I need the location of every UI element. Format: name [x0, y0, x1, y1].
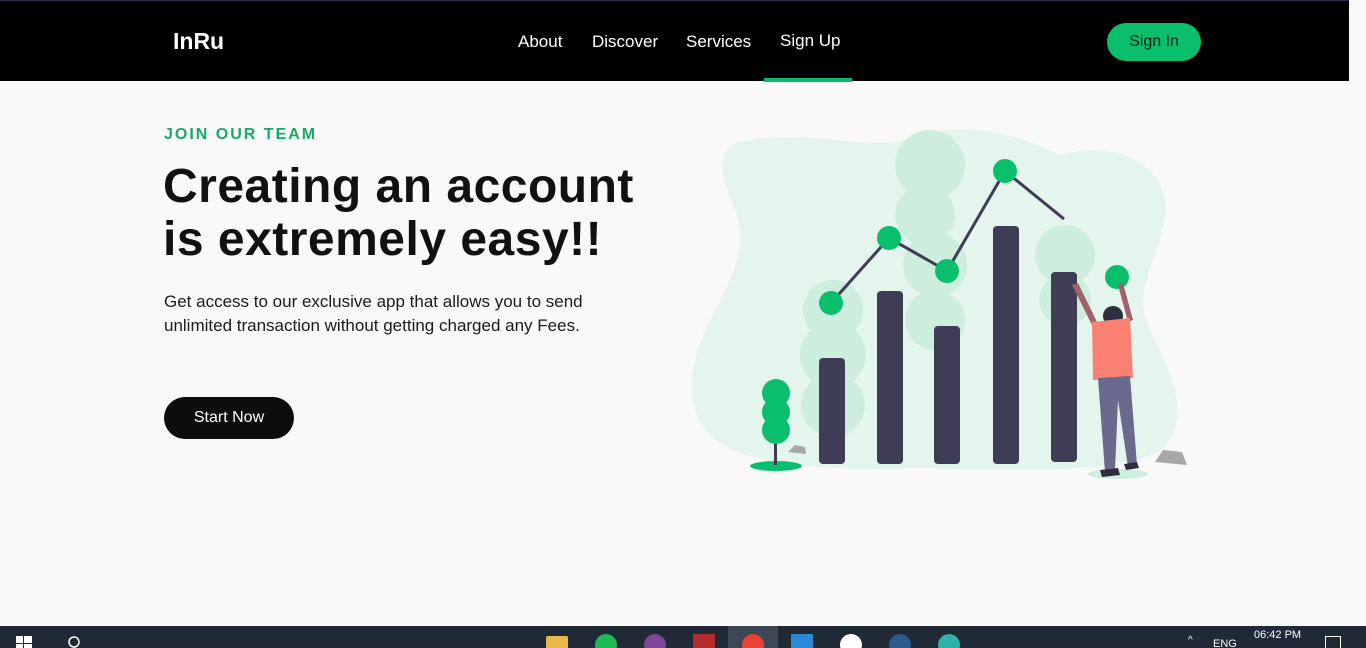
vscode-icon[interactable] — [791, 634, 813, 648]
nav-link-services[interactable]: Services — [686, 32, 751, 52]
clock-time[interactable]: 06:42 PM — [1254, 629, 1301, 641]
headline-line-2: is extremely easy!! — [163, 213, 603, 266]
windows-taskbar: ^ ENG 06:42 PM — [0, 626, 1366, 648]
rock — [1155, 450, 1187, 465]
start-now-button[interactable]: Start Now — [164, 397, 294, 439]
growth-chart-illustration — [691, 129, 1187, 479]
navbar: InRu About Discover Services Sign Up Sig… — [0, 0, 1349, 82]
spotify-icon[interactable] — [595, 634, 617, 648]
nav-link-discover[interactable]: Discover — [592, 32, 658, 52]
hero-description: Get access to our exclusive app that all… — [164, 292, 583, 335]
tor-browser-icon[interactable] — [644, 634, 666, 648]
mailbird-icon[interactable] — [840, 634, 862, 648]
winrar-icon[interactable] — [693, 634, 715, 648]
windows-start-icon[interactable] — [16, 636, 32, 648]
edge-icon[interactable] — [938, 634, 960, 648]
nav-link-about[interactable]: About — [518, 32, 562, 52]
headline-line-1: Creating an account — [163, 160, 634, 213]
page: InRu About Discover Services Sign Up Sig… — [0, 0, 1349, 626]
search-icon[interactable] — [66, 634, 82, 648]
file-explorer-icon[interactable] — [546, 636, 568, 648]
tray-chevron-icon[interactable]: ^ — [1188, 635, 1193, 646]
steam-icon[interactable] — [889, 634, 911, 648]
sign-in-button[interactable]: Sign In — [1107, 23, 1201, 61]
nav-link-sign-up[interactable]: Sign Up — [780, 31, 840, 51]
section-eyebrow: JOIN OUR TEAM — [164, 126, 318, 143]
hero-headline: Creating an account is extremely easy!! — [163, 160, 683, 266]
brand-logo[interactable]: InRu — [173, 28, 224, 55]
active-nav-indicator — [764, 78, 852, 82]
language-indicator[interactable]: ENG — [1213, 638, 1237, 648]
notifications-icon[interactable] — [1325, 636, 1341, 648]
